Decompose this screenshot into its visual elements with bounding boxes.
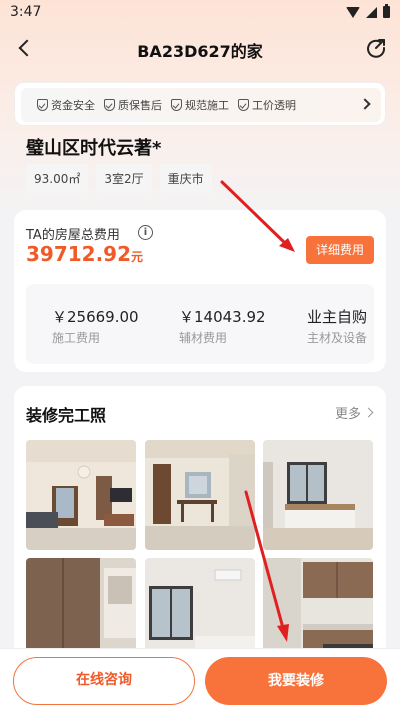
project-tags: 93.00㎡ 3室2厅 重庆市 — [26, 164, 212, 193]
online-consult-button[interactable]: 在线咨询 — [13, 657, 195, 705]
auxiliary-material-cost: ￥14043.92 辅材费用 — [179, 306, 266, 346]
guarantee-list: 资金安全 质保售后 规范施工 工价透明 — [37, 97, 296, 113]
shield-check-icon — [37, 99, 48, 111]
main-material-cost-label: 主材及设备 — [307, 331, 368, 345]
guarantee-label: 质保售后 — [118, 99, 162, 112]
info-icon[interactable]: i — [138, 225, 153, 240]
main-material-cost-value: 业主自购 — [307, 308, 368, 326]
completion-photo-dining-room[interactable] — [145, 440, 255, 550]
guarantee-item: 资金安全 — [37, 97, 95, 113]
construction-cost: ￥25669.00 施工费用 — [52, 306, 139, 346]
nav-bar: BA23D627的家 — [0, 28, 400, 68]
completion-photos-card: 装修完工照 更多 — [14, 386, 386, 666]
wifi-icon — [346, 6, 360, 18]
total-cost: 39712.92元 — [26, 242, 143, 266]
detail-cost-button[interactable]: 详细费用 — [306, 236, 374, 264]
completion-photos-title: 装修完工照 — [26, 406, 107, 425]
status-bar: 3:47 — [0, 0, 400, 26]
page-title: BA23D627的家 — [137, 42, 263, 61]
renovate-button[interactable]: 我要装修 — [205, 657, 387, 705]
more-label: 更多 — [334, 407, 361, 422]
bedroom-image — [263, 440, 373, 550]
guarantee-label: 规范施工 — [185, 99, 229, 112]
share-icon[interactable] — [364, 36, 388, 60]
more-photos-link[interactable]: 更多 — [334, 403, 374, 422]
area-tag: 93.00㎡ — [26, 164, 89, 193]
dining-room-image — [145, 440, 255, 550]
battery-icon — [383, 4, 390, 18]
construction-cost-label: 施工费用 — [52, 331, 101, 345]
auxiliary-material-cost-value: ￥14043.92 — [179, 308, 266, 326]
auxiliary-material-cost-label: 辅材费用 — [179, 331, 228, 345]
bottom-action-bar: 在线咨询 我要装修 — [0, 648, 400, 710]
cost-card: TA的房屋总费用 i 39712.92元 详细费用 ￥25669.00 施工费用… — [14, 210, 386, 372]
layout-tag: 3室2厅 — [96, 164, 152, 193]
signal-icon — [366, 6, 377, 18]
guarantee-label: 工价透明 — [252, 99, 296, 112]
guarantee-item: 工价透明 — [238, 97, 296, 113]
project-name: 璧山区时代云著* — [26, 138, 162, 159]
shield-check-icon — [104, 99, 115, 111]
living-room-image — [26, 440, 136, 550]
chevron-right-icon — [363, 407, 374, 418]
status-icons — [346, 4, 390, 18]
guarantee-item: 质保售后 — [104, 97, 162, 113]
guarantee-banner[interactable]: 资金安全 质保售后 规范施工 工价透明 — [14, 82, 386, 126]
total-cost-label: TA的房屋总费用 — [26, 228, 120, 243]
completion-photo-living-room[interactable] — [26, 440, 136, 550]
construction-cost-value: ￥25669.00 — [52, 308, 139, 326]
shield-check-icon — [171, 99, 182, 111]
city-tag: 重庆市 — [159, 164, 212, 193]
total-cost-unit: 元 — [131, 250, 144, 264]
guarantee-label: 资金安全 — [51, 99, 95, 112]
total-cost-value: 39712.92 — [26, 242, 132, 266]
shield-check-icon — [238, 99, 249, 111]
status-time: 3:47 — [10, 4, 42, 20]
cost-breakdown: ￥25669.00 施工费用 ￥14043.92 辅材费用 业主自购 主材及设备 — [26, 284, 374, 364]
guarantee-item: 规范施工 — [171, 97, 229, 113]
completion-photo-bedroom[interactable] — [263, 440, 373, 550]
main-material-cost: 业主自购 主材及设备 — [307, 306, 367, 346]
